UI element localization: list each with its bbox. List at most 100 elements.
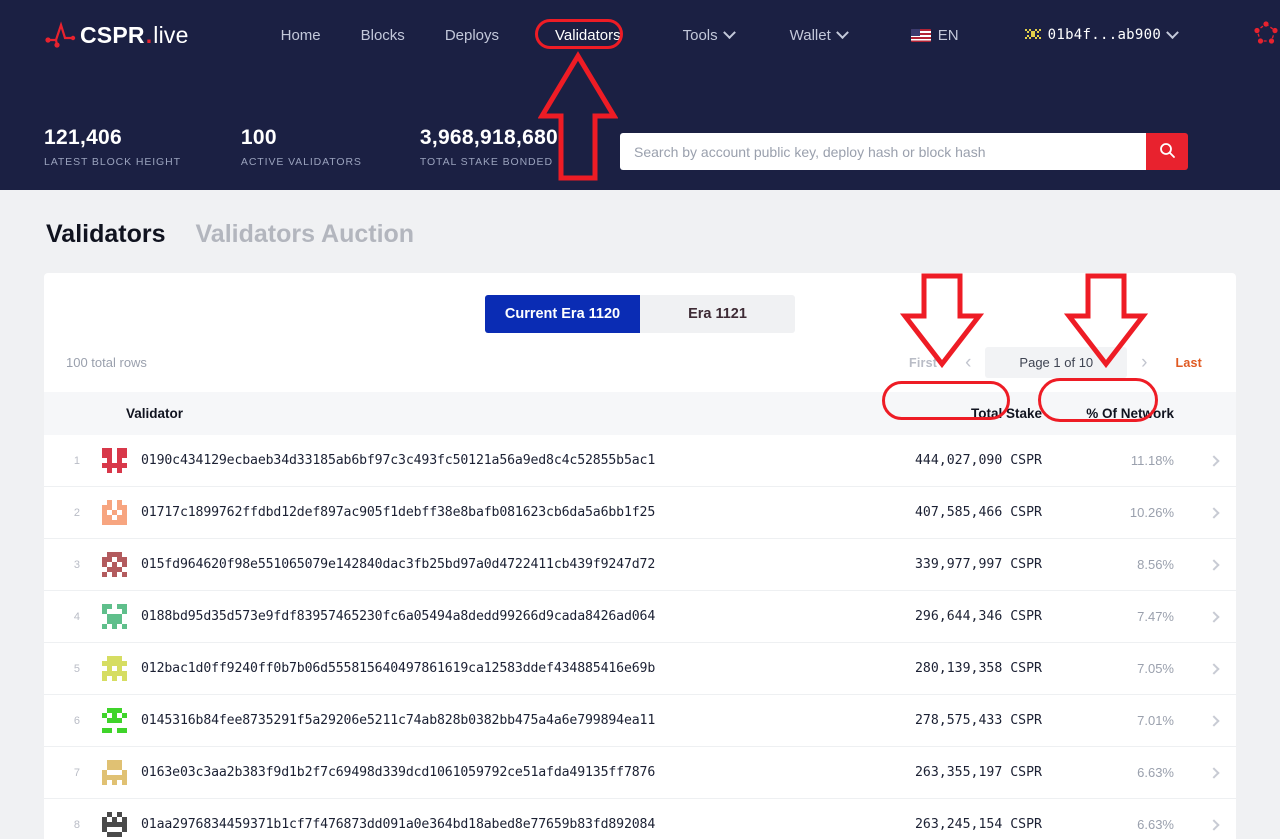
pagination-first-label: First <box>909 355 938 370</box>
pagination-first-button[interactable]: First <box>895 350 951 376</box>
pagination-page-label: Page 1 of 10 <box>985 347 1128 378</box>
row-total-stake: 339,977,997 CSPR <box>914 557 1042 572</box>
row-open-button[interactable] <box>1192 799 1236 839</box>
logo-live: live <box>153 21 189 48</box>
nav-item-home-label: Home <box>280 26 321 44</box>
stat-label: TOTAL STAKE BONDED <box>419 156 553 168</box>
table-body: 1 0190c434129ecbaeb34d33185ab6bf97c3c493f… <box>44 435 1236 839</box>
validator-identicon <box>102 708 127 733</box>
chevron-right-icon <box>1208 454 1220 467</box>
row-open-button[interactable] <box>1192 435 1236 487</box>
network-menu[interactable] <box>1239 13 1280 57</box>
table-row[interactable]: 7 0163e03c3aa2b383f9d1b2f7c69498d339dcd10… <box>44 746 1236 799</box>
nav-item-home[interactable]: Home <box>267 20 335 51</box>
validator-identicon <box>102 552 127 577</box>
row-open-button[interactable] <box>1192 591 1236 643</box>
validator-identicon <box>102 604 127 629</box>
pagination-next-button[interactable]: › <box>1127 351 1161 374</box>
row-percent-of-network: 10.26% <box>1129 505 1174 520</box>
row-index: 1 <box>73 454 80 467</box>
cspr-pulse-logo-icon <box>44 18 78 52</box>
nav-item-tools[interactable]: Tools <box>669 20 748 51</box>
row-index: 4 <box>73 610 80 623</box>
pagination-last-button[interactable]: Last <box>1161 350 1216 376</box>
header-percent-of-network[interactable]: % Of Network <box>1062 392 1192 435</box>
page-root: CSPR. live Home Blocks Deploys Validators… <box>0 0 1280 839</box>
row-index: 6 <box>73 714 80 727</box>
row-validator: 0188bd95d35d573e9fdf83957465230fc6a05494… <box>90 591 847 643</box>
nav-item-blocks[interactable]: Blocks <box>347 20 419 51</box>
era-toggle: Current Era 1120 Era 1121 <box>44 273 1236 333</box>
pagination-prev-button[interactable]: ‹ <box>951 351 985 374</box>
row-percent-of-network: 7.47% <box>1137 609 1174 624</box>
row-open-button[interactable] <box>1192 487 1236 539</box>
header-validator[interactable]: Validator <box>90 392 847 435</box>
chevron-right-icon <box>1208 714 1220 727</box>
nav-item-deploys[interactable]: Deploys <box>431 20 513 51</box>
row-percent-of-network: 6.63% <box>1137 765 1174 780</box>
validator-public-key[interactable]: 0163e03c3aa2b383f9d1b2f7c69498d339dcd106… <box>141 765 655 780</box>
chevron-right-icon <box>1208 662 1220 675</box>
chevron-right-icon <box>1208 506 1220 519</box>
header-spacer <box>1192 392 1236 435</box>
chevron-right-icon <box>1208 818 1220 831</box>
era-next-button[interactable]: Era 1121 <box>640 295 795 333</box>
total-rows-label: 100 total rows <box>66 355 147 370</box>
nav-item-wallet[interactable]: Wallet <box>776 20 861 51</box>
table-toolbar: 100 total rows First ‹ Page 1 of 10 › La… <box>44 333 1236 392</box>
row-index: 3 <box>73 558 80 571</box>
search-bar <box>620 133 1188 170</box>
tab-validators-auction[interactable]: Validators Auction <box>196 220 415 249</box>
validator-public-key[interactable]: 0145316b84fee8735291f5a29206e5211c74ab82… <box>141 713 655 728</box>
validator-public-key[interactable]: 015fd964620f98e551065079e142840dac3fb25b… <box>141 557 655 572</box>
validators-card: Current Era 1120 Era 1121 100 total rows… <box>44 273 1236 839</box>
table-row[interactable]: 8 01aa2976834459371b1cf7f476873dd091a0e36… <box>44 798 1236 839</box>
chevron-right-icon: › <box>1141 352 1148 373</box>
validator-public-key[interactable]: 01aa2976834459371b1cf7f476873dd091a0e364… <box>141 817 655 832</box>
table-row[interactable]: 5 012bac1d0ff9240ff0b7b06d555815640497861… <box>44 642 1236 695</box>
row-open-button[interactable] <box>1192 643 1236 695</box>
validator-identicon <box>102 448 127 473</box>
header-total-stake[interactable]: Total Stake <box>847 392 1062 435</box>
validator-identicon <box>102 500 127 525</box>
validator-public-key[interactable]: 0190c434129ecbaeb34d33185ab6bf97c3c493fc… <box>141 453 655 468</box>
logo-wordmark: CSPR. live <box>80 22 189 49</box>
table-row[interactable]: 4 0188bd95d35d573e9fdf83957465230fc6a0549… <box>44 590 1236 643</box>
stat-latest-block-height: 121,406 LATEST BLOCK HEIGHT <box>44 126 181 168</box>
validator-public-key[interactable]: 01717c1899762ffdbd12def897ac905f1debff38… <box>141 505 655 520</box>
row-open-button[interactable] <box>1192 747 1236 799</box>
search-button[interactable] <box>1146 133 1188 170</box>
era-current-button[interactable]: Current Era 1120 <box>485 295 640 333</box>
row-index: 7 <box>73 766 80 779</box>
row-index: 5 <box>73 662 80 675</box>
validator-public-key[interactable]: 012bac1d0ff9240ff0b7b06d5558156404978616… <box>141 661 655 676</box>
validator-public-key[interactable]: 0188bd95d35d573e9fdf83957465230fc6a05494… <box>141 609 655 624</box>
site-logo[interactable]: CSPR. live <box>44 18 189 52</box>
row-open-button[interactable] <box>1192 539 1236 591</box>
row-index: 8 <box>73 818 80 831</box>
row-total-stake: 407,585,466 CSPR <box>914 505 1042 520</box>
table-row[interactable]: 6 0145316b84fee8735291f5a29206e5211c74ab8… <box>44 694 1236 747</box>
chevron-right-icon <box>1208 766 1220 779</box>
casper-network-icon <box>1253 20 1279 50</box>
row-open-button[interactable] <box>1192 695 1236 747</box>
table-row[interactable]: 1 0190c434129ecbaeb34d33185ab6bf97c3c493f… <box>44 435 1236 487</box>
row-total-stake: 280,139,358 CSPR <box>914 661 1042 676</box>
nav-item-validators[interactable]: Validators <box>535 20 641 51</box>
table-row[interactable]: 2 01717c1899762ffdbd12def897ac905f1debff3… <box>44 486 1236 539</box>
account-menu[interactable]: 01b4f...ab900 <box>1011 20 1191 50</box>
search-input[interactable] <box>620 133 1146 170</box>
row-validator: 01aa2976834459371b1cf7f476873dd091a0e364… <box>90 799 847 839</box>
nav-item-wallet-label: Wallet <box>789 26 831 44</box>
stat-value: 3,968,918,680 <box>419 126 559 149</box>
row-validator: 0190c434129ecbaeb34d33185ab6bf97c3c493fc… <box>90 435 847 487</box>
validator-identicon <box>102 760 127 785</box>
table-row[interactable]: 3 015fd964620f98e551065079e142840dac3fb25… <box>44 538 1236 591</box>
main-content: Validators Validators Auction Current Er… <box>0 190 1280 839</box>
tab-validators[interactable]: Validators <box>46 220 166 249</box>
row-index: 2 <box>73 506 80 519</box>
stat-value: 100 <box>240 126 277 149</box>
language-selector[interactable]: EN <box>897 20 973 51</box>
row-validator: 0163e03c3aa2b383f9d1b2f7c69498d339dcd106… <box>90 747 847 799</box>
row-total-stake: 263,245,154 CSPR <box>914 817 1042 832</box>
